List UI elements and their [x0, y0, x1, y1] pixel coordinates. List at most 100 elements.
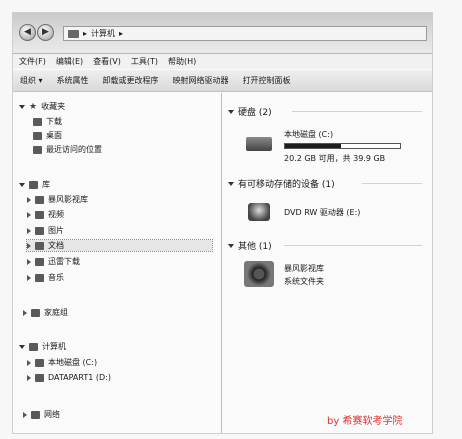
other-item-name[interactable]: 暴风影视库 — [284, 263, 324, 274]
expand-arrow-icon[interactable] — [228, 181, 234, 186]
drive-c-free-space: 20.2 GB 可用，共 39.9 GB — [284, 153, 385, 164]
menu-help[interactable]: 帮助(H) — [168, 56, 196, 67]
nav-computer-label: 计算机 — [42, 342, 66, 351]
media-library-icon — [35, 195, 44, 204]
menu-edit[interactable]: 编辑(E) — [56, 56, 83, 67]
watermark: by 希赛软考学院 — [327, 416, 403, 427]
group-header-label: 硬盘 (2) — [238, 108, 272, 118]
nav-libraries[interactable]: 库 — [19, 179, 50, 190]
download-icon — [35, 257, 44, 266]
video-icon — [35, 210, 44, 219]
group-header-label: 其他 (1) — [238, 242, 272, 252]
other-item-label: 暴风影视库 — [284, 264, 324, 273]
nav-favorites[interactable]: ★ 收藏夹 — [19, 101, 65, 112]
menu-tools[interactable]: 工具(T) — [131, 56, 158, 67]
nav-item-music[interactable]: 音乐 — [27, 272, 64, 283]
star-icon: ★ — [29, 101, 38, 112]
menu-view[interactable]: 查看(V) — [93, 56, 121, 67]
nav-item-downloads[interactable]: 下载 — [33, 116, 62, 127]
collapse-arrow-icon[interactable] — [27, 211, 31, 218]
nav-item-recent[interactable]: 最近访问的位置 — [33, 144, 102, 155]
address-location[interactable]: 计算机 — [91, 28, 115, 39]
address-bar[interactable]: ▸ 计算机 ▸ — [63, 26, 427, 41]
network-icon — [31, 410, 40, 419]
collapse-arrow-icon[interactable] — [27, 196, 31, 203]
nav-network-label: 网络 — [44, 410, 60, 419]
music-icon — [35, 273, 44, 282]
title-bar: ◀ ▶ ▸ 计算机 ▸ — [13, 13, 432, 54]
expand-arrow-icon[interactable] — [19, 344, 25, 349]
nav-item-videos[interactable]: 视频 — [27, 209, 64, 220]
back-button[interactable]: ◀ — [19, 24, 36, 41]
download-folder-icon — [33, 117, 42, 126]
nav-libraries-label: 库 — [42, 180, 50, 189]
expand-arrow-icon[interactable] — [19, 104, 25, 109]
map-network-drive-button[interactable]: 映射网络驱动器 — [173, 75, 229, 86]
nav-item-xunlei-downloads[interactable]: 迅雷下载 — [27, 256, 80, 267]
nav-item-label: 暴风影视库 — [48, 195, 88, 204]
drive-c-name[interactable]: 本地磁盘 (C:) — [284, 129, 333, 140]
collapse-arrow-icon[interactable] — [27, 359, 31, 366]
drive-c-free-text: 20.2 GB 可用，共 39.9 GB — [284, 154, 386, 163]
computer-icon — [68, 29, 79, 38]
group-header-hard-disk[interactable]: 硬盘 (2) — [228, 105, 272, 118]
open-control-panel-button[interactable]: 打开控制面板 — [243, 75, 291, 86]
system-properties-button[interactable]: 系统属性 — [57, 75, 89, 86]
nav-item-label: 迅雷下载 — [48, 257, 80, 266]
nav-item-label: 文档 — [48, 241, 64, 250]
collapse-arrow-icon[interactable] — [23, 309, 27, 316]
other-item-type: 系统文件夹 — [284, 276, 324, 287]
nav-item-drive-d[interactable]: DATAPART1 (D:) — [27, 373, 111, 382]
collapse-arrow-icon[interactable] — [23, 411, 27, 418]
collapse-arrow-icon[interactable] — [27, 274, 31, 281]
drive-icon — [35, 358, 44, 367]
nav-item-documents[interactable]: 文档 — [26, 239, 213, 252]
nav-computer[interactable]: 计算机 — [19, 341, 66, 352]
drive-c-usage-bar — [284, 143, 401, 149]
expand-arrow-icon[interactable] — [19, 182, 25, 187]
dvd-drive-icon[interactable] — [248, 203, 270, 221]
nav-item-desktop[interactable]: 桌面 — [33, 130, 62, 141]
dvd-drive-name[interactable]: DVD RW 驱动器 (E:) — [284, 207, 360, 218]
expand-arrow-icon[interactable] — [228, 243, 234, 248]
homegroup-icon — [31, 308, 40, 317]
media-library-icon[interactable] — [244, 261, 274, 287]
group-header-label: 有可移动存储的设备 (1) — [238, 180, 335, 190]
dvd-drive-label: DVD RW 驱动器 (E:) — [284, 208, 361, 217]
nav-network[interactable]: 网络 — [23, 409, 60, 420]
drive-c-usage-fill — [285, 144, 342, 148]
nav-item-label: 视频 — [48, 210, 64, 219]
nav-item-label: 最近访问的位置 — [46, 145, 102, 154]
nav-item-baofeng-library[interactable]: 暴风影视库 — [27, 194, 88, 205]
other-item-type-label: 系统文件夹 — [284, 277, 324, 286]
navigation-pane: ★ 收藏夹 下载 桌面 最近访问的位置 库 暴风影视库 视频 图片 文档 迅雷下… — [13, 93, 222, 433]
collapse-arrow-icon[interactable] — [27, 227, 31, 234]
collapse-arrow-icon[interactable] — [27, 242, 31, 249]
expand-arrow-icon[interactable] — [228, 109, 234, 114]
hard-drive-icon[interactable] — [246, 137, 272, 151]
drive-c-label: 本地磁盘 (C:) — [284, 130, 334, 139]
forward-button[interactable]: ▶ — [37, 24, 54, 41]
content-pane: 硬盘 (2) 本地磁盘 (C:) 20.2 GB 可用，共 39.9 GB 有可… — [222, 93, 432, 433]
group-divider — [292, 111, 422, 112]
collapse-arrow-icon[interactable] — [27, 258, 31, 265]
uninstall-program-button[interactable]: 卸载或更改程序 — [103, 75, 159, 86]
nav-favorites-label: 收藏夹 — [41, 102, 66, 111]
library-icon — [29, 180, 38, 189]
nav-homegroup[interactable]: 家庭组 — [23, 307, 68, 318]
collapse-arrow-icon[interactable] — [27, 374, 31, 381]
group-divider — [362, 183, 422, 184]
menu-bar: 文件(F) 编辑(E) 查看(V) 工具(T) 帮助(H) — [13, 54, 432, 69]
drive-icon — [35, 373, 44, 382]
group-divider — [284, 245, 422, 246]
nav-item-label: 音乐 — [48, 273, 64, 282]
recent-places-icon — [33, 145, 42, 154]
nav-item-pictures[interactable]: 图片 — [27, 225, 64, 236]
group-header-removable[interactable]: 有可移动存储的设备 (1) — [228, 177, 335, 190]
menu-file[interactable]: 文件(F) — [19, 56, 46, 67]
nav-item-drive-c[interactable]: 本地磁盘 (C:) — [27, 357, 97, 368]
group-header-other[interactable]: 其他 (1) — [228, 239, 272, 252]
organize-button[interactable]: 组织 ▾ — [20, 75, 43, 86]
nav-homegroup-label: 家庭组 — [44, 308, 68, 317]
desktop-icon — [33, 131, 42, 140]
